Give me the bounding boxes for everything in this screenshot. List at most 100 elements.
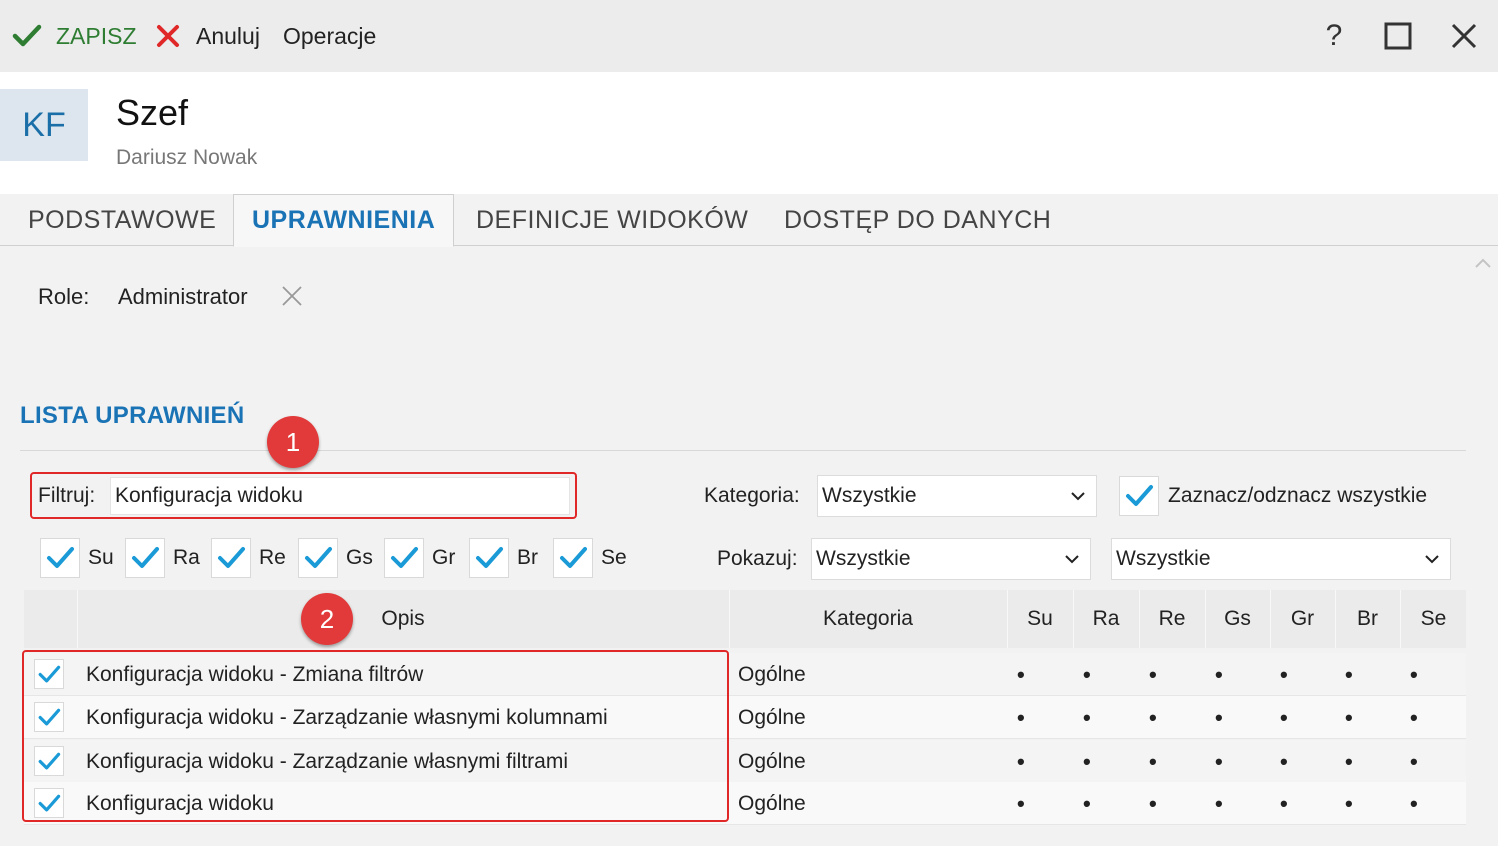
operations-menu[interactable]: Operacje <box>283 20 376 52</box>
row-permission-dot[interactable]: • <box>1410 653 1418 696</box>
row-permission-dot[interactable]: • <box>1345 782 1353 825</box>
row-kategoria: Ogólne <box>738 749 806 773</box>
row-permission-dot[interactable]: • <box>1410 740 1418 783</box>
row-permission-dot[interactable]: • <box>1017 782 1025 825</box>
row-permission-dot[interactable]: • <box>1149 740 1157 783</box>
check-icon <box>391 547 418 568</box>
check-icon <box>1126 485 1153 506</box>
select-all-checkbox[interactable] <box>1119 476 1159 516</box>
module-label: Su <box>88 546 114 569</box>
check-icon <box>132 547 159 568</box>
row-permission-dot[interactable]: • <box>1149 782 1157 825</box>
row-kategoria: Ogólne <box>738 705 806 729</box>
remove-role-icon[interactable] <box>280 284 304 308</box>
role-value: Administrator <box>118 284 248 309</box>
column-gs[interactable]: Gs <box>1205 590 1269 648</box>
row-permission-dot[interactable]: • <box>1083 740 1091 783</box>
row-permission-dot[interactable]: • <box>1345 740 1353 783</box>
row-permission-dot[interactable]: • <box>1083 782 1091 825</box>
column-kategoria[interactable]: Kategoria <box>729 590 1006 648</box>
show-select-2-value: Wszystkie <box>1116 547 1211 570</box>
column-br[interactable]: Br <box>1335 590 1399 648</box>
help-icon[interactable]: ? <box>1316 18 1352 54</box>
show-select-1-value: Wszystkie <box>816 547 911 570</box>
row-permission-dot[interactable]: • <box>1149 653 1157 696</box>
tab-bar: PODSTAWOWE UPRAWNIENIA DEFINICJE WIDOKÓW… <box>0 194 1498 247</box>
module-label: Gr <box>432 546 456 569</box>
filter-input[interactable] <box>110 477 570 515</box>
module-label: Re <box>259 546 286 569</box>
column-su[interactable]: Su <box>1007 590 1072 648</box>
page-subtitle: Dariusz Nowak <box>116 146 258 169</box>
row-permission-dot[interactable]: • <box>1410 782 1418 825</box>
row-permission-dot[interactable]: • <box>1345 653 1353 696</box>
module-label: Br <box>517 546 538 569</box>
annotation-badge-2: 2 <box>301 593 353 645</box>
show-select-1[interactable]: Wszystkie <box>811 538 1091 580</box>
check-icon <box>218 547 245 568</box>
row-permission-dot[interactable]: • <box>1410 696 1418 739</box>
module-checkbox-gr[interactable] <box>384 538 424 578</box>
category-label: Kategoria: <box>704 484 800 507</box>
column-gr[interactable]: Gr <box>1270 590 1334 648</box>
module-checkbox-re[interactable] <box>211 538 251 578</box>
row-permission-dot[interactable]: • <box>1280 740 1288 783</box>
check-icon <box>305 547 332 568</box>
category-select[interactable]: Wszystkie <box>817 475 1097 517</box>
row-permission-dot[interactable]: • <box>1280 782 1288 825</box>
chevron-down-icon <box>1425 555 1439 564</box>
row-permission-dot[interactable]: • <box>1017 653 1025 696</box>
filter-label: Filtruj: <box>38 484 96 507</box>
tab-uprawnienia[interactable]: UPRAWNIENIA <box>233 194 455 247</box>
close-icon <box>157 25 179 47</box>
check-icon <box>476 547 503 568</box>
chevron-down-icon <box>1071 492 1085 501</box>
column-re[interactable]: Re <box>1139 590 1204 648</box>
show-label: Pokazuj: <box>717 547 798 570</box>
check-icon <box>12 24 42 47</box>
annotation-badge-1: 1 <box>267 416 319 468</box>
module-checkbox-br[interactable] <box>469 538 509 578</box>
row-permission-dot[interactable]: • <box>1083 653 1091 696</box>
page-title: Szef <box>116 92 189 133</box>
maximize-icon[interactable] <box>1380 18 1416 54</box>
cancel-label: Anuluj <box>196 22 260 49</box>
row-permission-dot[interactable]: • <box>1345 696 1353 739</box>
tab-dostep-do-danych[interactable]: DOSTĘP DO DANYCH <box>784 194 1051 246</box>
module-checkbox-se[interactable] <box>553 538 593 578</box>
section-divider <box>20 450 1466 451</box>
section-title: LISTA UPRAWNIEŃ <box>20 402 245 429</box>
close-window-icon[interactable] <box>1446 18 1482 54</box>
table-header: Opis Kategoria Su Ra Re Gs Gr Br Se <box>24 590 1466 648</box>
row-permission-dot[interactable]: • <box>1280 653 1288 696</box>
row-permission-dot[interactable]: • <box>1215 653 1223 696</box>
tab-definicje-widokow[interactable]: DEFINICJE WIDOKÓW <box>476 194 748 246</box>
show-select-2[interactable]: Wszystkie <box>1111 538 1451 580</box>
module-checkbox-su[interactable] <box>40 538 80 578</box>
role-label: Role: <box>38 284 90 309</box>
module-checkbox-ra[interactable] <box>125 538 165 578</box>
row-permission-dot[interactable]: • <box>1215 782 1223 825</box>
row-permission-dot[interactable]: • <box>1280 696 1288 739</box>
save-button[interactable]: ZAPISZ <box>12 20 137 52</box>
column-opis[interactable]: Opis <box>77 590 728 648</box>
row-permission-dot[interactable]: • <box>1215 740 1223 783</box>
module-label: Ra <box>173 546 200 569</box>
save-label: ZAPISZ <box>56 22 137 49</box>
module-checkbox-gs[interactable] <box>298 538 338 578</box>
row-permission-dot[interactable]: • <box>1083 696 1091 739</box>
module-label: Gs <box>346 546 373 569</box>
toolbar: ZAPISZ Anuluj Operacje ? <box>0 0 1498 72</box>
row-kategoria: Ogólne <box>738 662 806 686</box>
row-permission-dot[interactable]: • <box>1017 740 1025 783</box>
category-select-value: Wszystkie <box>822 484 917 507</box>
row-permission-dot[interactable]: • <box>1149 696 1157 739</box>
column-ra[interactable]: Ra <box>1073 590 1138 648</box>
cancel-button[interactable]: Anuluj <box>156 20 260 52</box>
row-permission-dot[interactable]: • <box>1215 696 1223 739</box>
row-permission-dot[interactable]: • <box>1017 696 1025 739</box>
tab-podstawowe[interactable]: PODSTAWOWE <box>28 194 216 246</box>
header-checkbox-column <box>24 590 76 648</box>
column-se[interactable]: Se <box>1400 590 1466 648</box>
scroll-up-icon[interactable] <box>1474 256 1492 274</box>
